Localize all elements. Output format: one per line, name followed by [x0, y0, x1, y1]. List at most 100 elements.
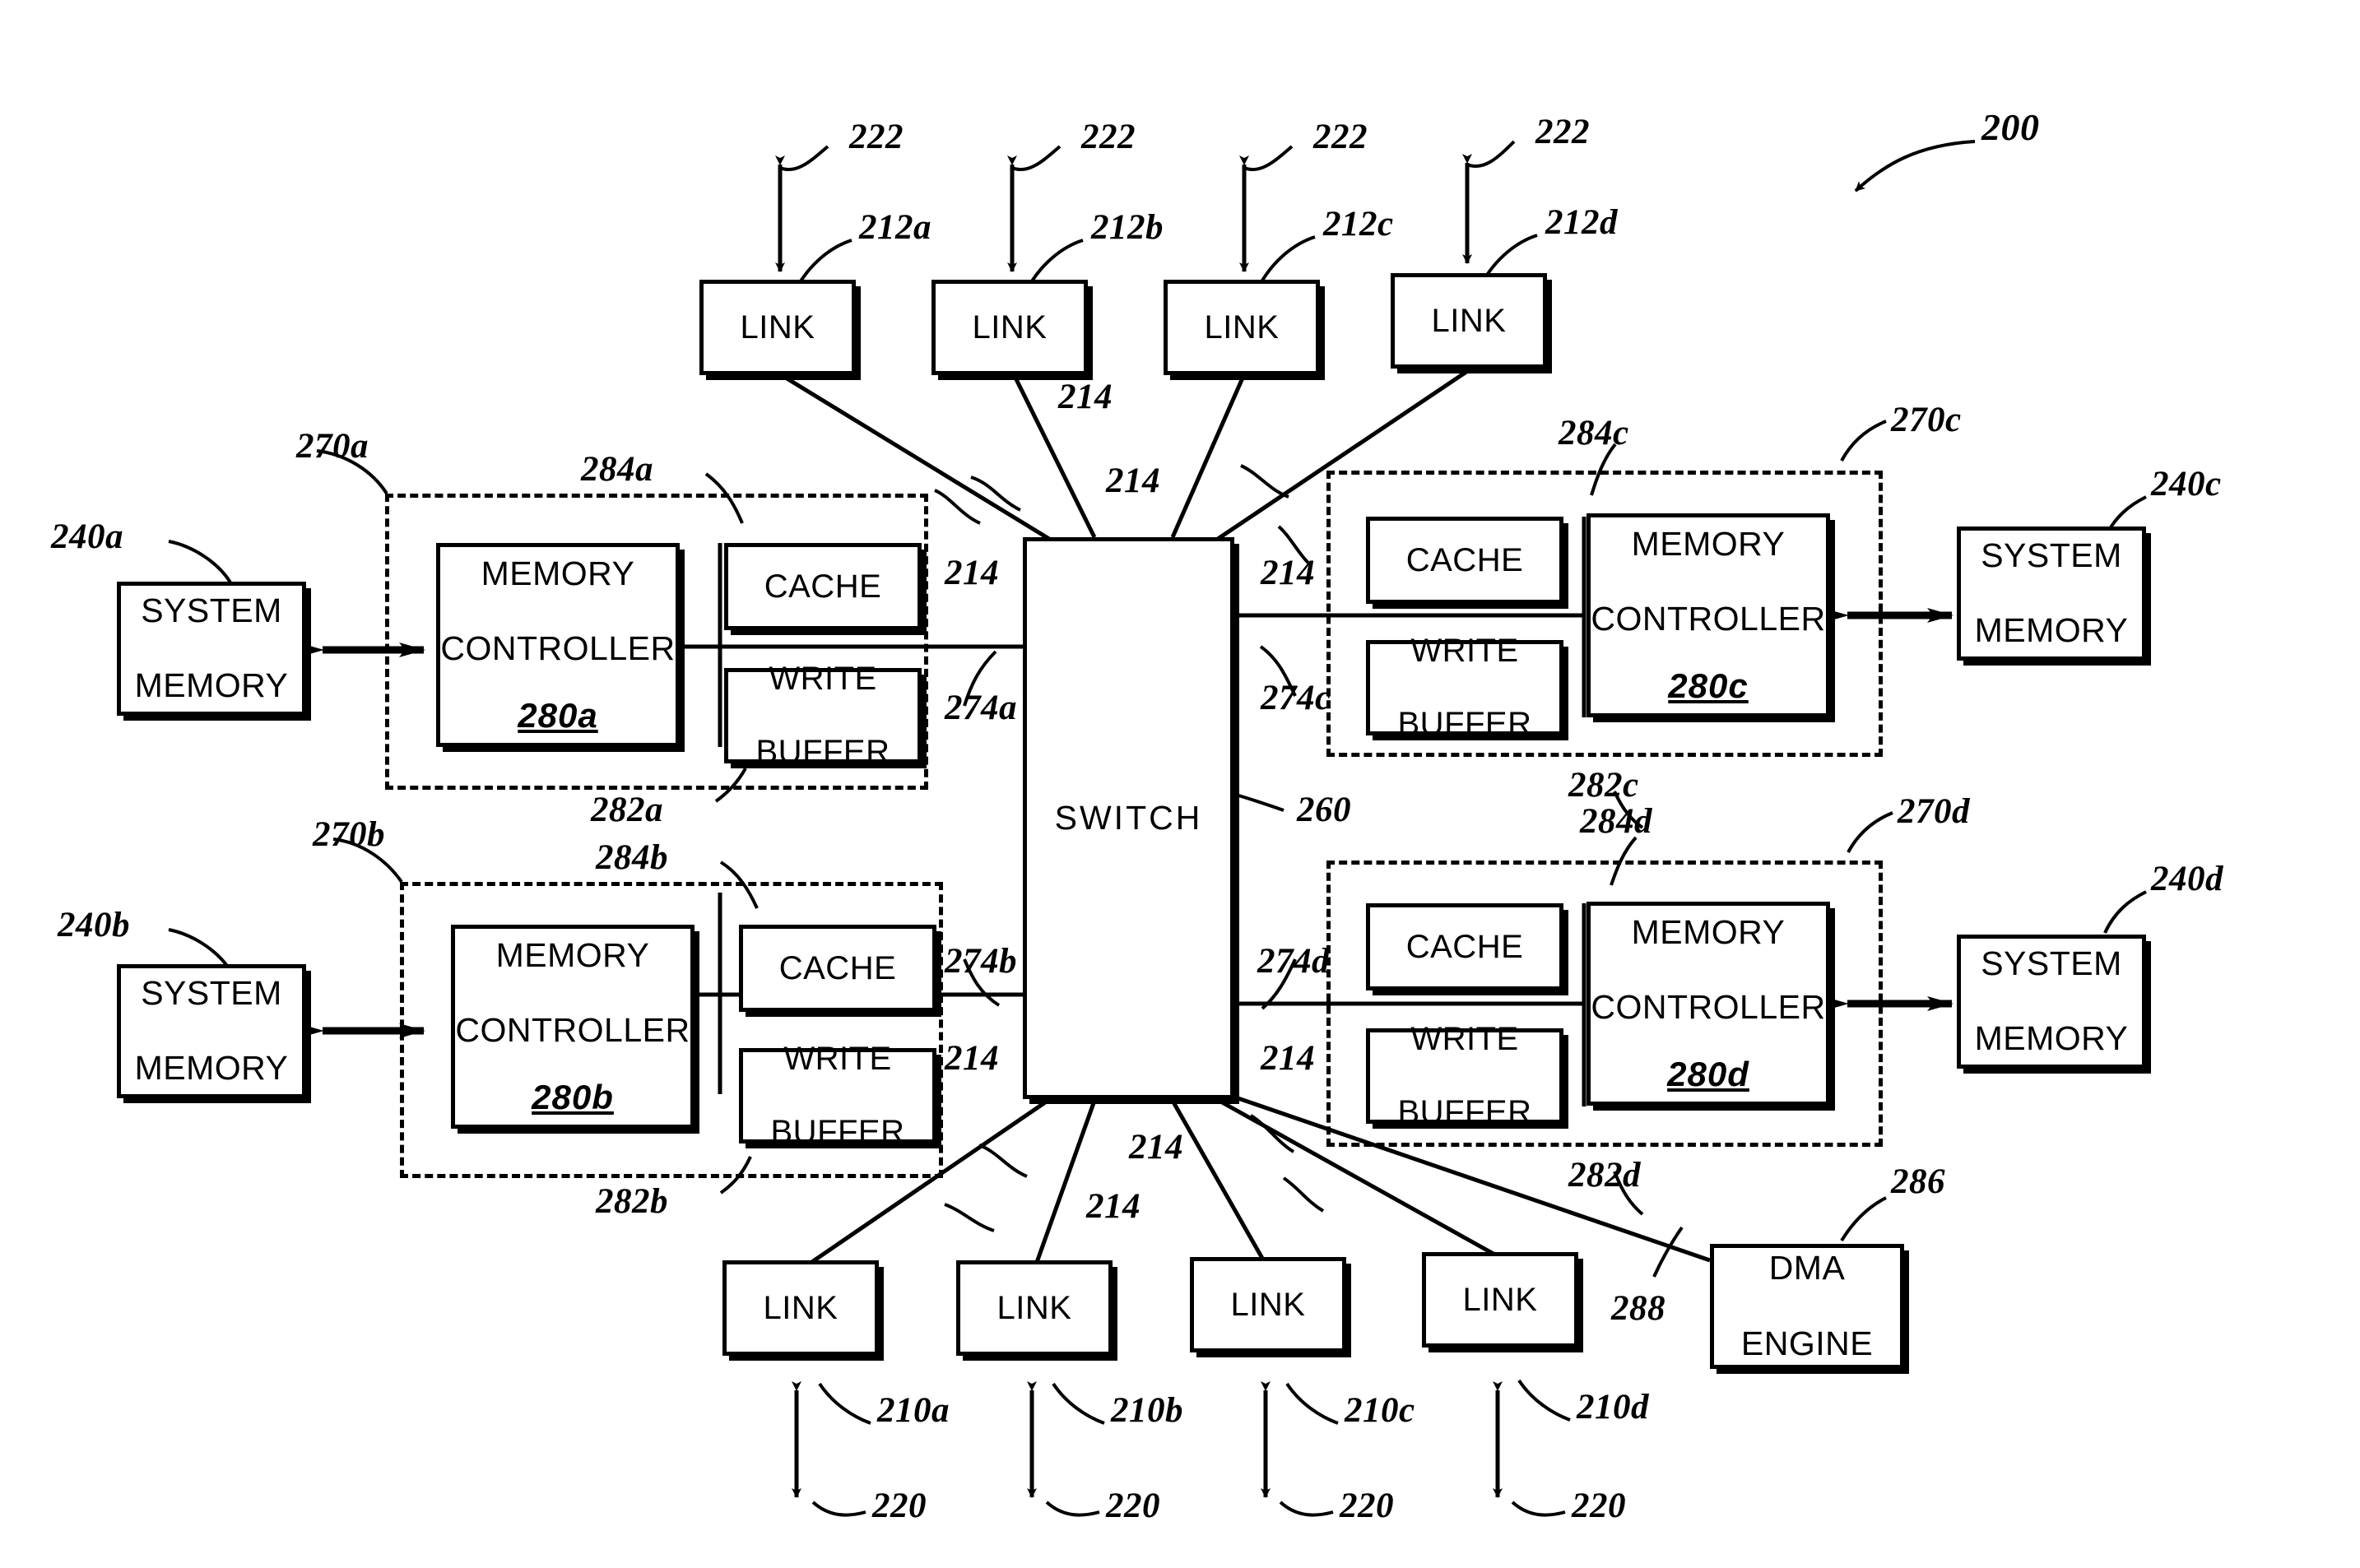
switch-block[interactable]: SWITCH	[1023, 537, 1234, 1099]
link-label: LINK	[996, 1289, 1072, 1326]
patent-figure-canvas: 200 LINK LINK LINK LINK 222 222 222 222 …	[0, 0, 2360, 1568]
write-buffer-label: WRITE BUFFER	[1397, 1020, 1532, 1131]
write-buffer-label: WRITE BUFFER	[770, 1040, 905, 1151]
ref-220-d: 220	[1572, 1487, 1626, 1525]
cache-label: CACHE	[1405, 928, 1524, 965]
memory-controller-ref: 280c	[1668, 666, 1749, 706]
ref-284d: 284d	[1580, 802, 1652, 841]
ref-222-d: 222	[1535, 113, 1590, 151]
ref-214-top-mid-b: 214	[1058, 378, 1113, 416]
ref-286-dma: 286	[1891, 1162, 1945, 1201]
ref-260-switch: 260	[1297, 791, 1351, 829]
bottom-link-block-210c[interactable]: LINK	[1190, 1257, 1346, 1352]
ref-282b: 282b	[596, 1182, 668, 1221]
ref-214-bottom-mid-b: 214	[1086, 1187, 1141, 1226]
ref-282c: 282c	[1568, 766, 1639, 805]
ref-210b: 210b	[1111, 1391, 1183, 1430]
bottom-link-block-210b[interactable]: LINK	[956, 1260, 1113, 1356]
system-memory-240b[interactable]: SYSTEM MEMORY	[117, 964, 306, 1098]
ref-214-top-right: 214	[1261, 554, 1315, 592]
cache-label: CACHE	[778, 949, 897, 986]
ref-240d: 240d	[2151, 860, 2223, 898]
ref-240a: 240a	[51, 517, 123, 556]
write-buffer-282a[interactable]: WRITE BUFFER	[724, 661, 922, 770]
cache-284d[interactable]: CACHE	[1366, 903, 1563, 990]
ref-270d: 270d	[1898, 792, 1970, 831]
system-memory-label: SYSTEM MEMORY	[1974, 536, 2129, 650]
ref-240b: 240b	[58, 906, 130, 944]
top-link-block-212c[interactable]: LINK	[1164, 280, 1320, 375]
write-buffer-282c[interactable]: WRITE BUFFER	[1366, 633, 1563, 742]
ref-214-bottom-mid-a: 214	[1129, 1128, 1183, 1167]
top-link-block-212a[interactable]: LINK	[699, 280, 856, 375]
ref-284a: 284a	[581, 450, 653, 489]
cache-label: CACHE	[1405, 541, 1524, 578]
ref-222-b: 222	[1081, 118, 1136, 156]
ref-222-c: 222	[1313, 118, 1368, 156]
memory-controller-title: MEMORY CONTROLLER	[1591, 524, 1826, 638]
memory-controller-280b[interactable]: MEMORY CONTROLLER 280b	[451, 925, 695, 1129]
write-buffer-282d[interactable]: WRITE BUFFER	[1366, 1021, 1563, 1130]
ref-274c: 274c	[1261, 679, 1331, 717]
memory-controller-280c[interactable]: MEMORY CONTROLLER 280c	[1586, 513, 1830, 717]
ref-282d: 282d	[1568, 1156, 1641, 1195]
ref-274d: 274d	[1257, 942, 1330, 981]
link-label: LINK	[1204, 308, 1280, 346]
ref-270b: 270b	[313, 815, 385, 854]
system-reference-200: 200	[1981, 106, 2040, 148]
ref-220-b: 220	[1106, 1487, 1160, 1525]
ref-240c: 240c	[2151, 465, 2222, 503]
memory-controller-title: MEMORY CONTROLLER	[440, 554, 676, 668]
ref-212b: 212b	[1091, 208, 1164, 247]
ref-220-c: 220	[1340, 1487, 1394, 1525]
ref-210d: 210d	[1577, 1388, 1649, 1427]
bottom-link-block-210a[interactable]: LINK	[722, 1260, 879, 1356]
ref-220-a: 220	[872, 1487, 927, 1525]
write-buffer-282b[interactable]: WRITE BUFFER	[739, 1041, 936, 1150]
system-memory-label: SYSTEM MEMORY	[134, 973, 289, 1088]
cache-label: CACHE	[764, 568, 882, 605]
memory-controller-title: MEMORY CONTROLLER	[455, 935, 690, 1050]
cache-284c[interactable]: CACHE	[1366, 517, 1563, 604]
system-memory-240d[interactable]: SYSTEM MEMORY	[1957, 935, 2146, 1069]
memory-controller-280d[interactable]: MEMORY CONTROLLER 280d	[1586, 902, 1830, 1106]
cache-284b[interactable]: CACHE	[739, 925, 936, 1012]
link-label: LINK	[1462, 1281, 1538, 1318]
link-label: LINK	[763, 1289, 839, 1326]
dma-engine-label: DMA ENGINE	[1740, 1249, 1874, 1362]
dma-engine-286[interactable]: DMA ENGINE	[1710, 1244, 1904, 1369]
ref-214-bottom-left: 214	[945, 1039, 999, 1078]
link-label: LINK	[740, 308, 815, 346]
ref-284c: 284c	[1559, 414, 1629, 452]
ref-214-top-left: 214	[945, 554, 999, 592]
ref-214-top-mid-a: 214	[1106, 462, 1160, 500]
system-memory-240c[interactable]: SYSTEM MEMORY	[1957, 527, 2146, 661]
switch-label: SWITCH	[1054, 798, 1203, 837]
ref-210a: 210a	[877, 1391, 950, 1430]
write-buffer-label: WRITE BUFFER	[755, 660, 890, 771]
system-memory-label: SYSTEM MEMORY	[1974, 944, 2129, 1058]
memory-controller-280a[interactable]: MEMORY CONTROLLER 280a	[436, 543, 680, 747]
memory-controller-ref: 280a	[518, 696, 598, 735]
system-memory-240a[interactable]: SYSTEM MEMORY	[117, 582, 306, 716]
memory-controller-ref: 280d	[1667, 1055, 1749, 1094]
ref-212c: 212c	[1323, 205, 1394, 244]
link-label: LINK	[972, 308, 1048, 346]
ref-212d: 212d	[1545, 203, 1618, 242]
ref-274b: 274b	[945, 942, 1017, 981]
ref-210c: 210c	[1345, 1391, 1415, 1430]
memory-controller-title: MEMORY CONTROLLER	[1591, 912, 1826, 1027]
ref-222-a: 222	[849, 118, 904, 156]
link-label: LINK	[1431, 302, 1507, 339]
cache-284a[interactable]: CACHE	[724, 543, 922, 630]
ref-270c: 270c	[1891, 401, 1962, 439]
top-link-block-212d[interactable]: LINK	[1391, 273, 1547, 369]
write-buffer-label: WRITE BUFFER	[1397, 632, 1532, 743]
bottom-link-block-210d[interactable]: LINK	[1422, 1252, 1578, 1348]
memory-controller-ref: 280b	[532, 1078, 614, 1117]
ref-270a: 270a	[296, 427, 369, 466]
top-link-block-212b[interactable]: LINK	[931, 280, 1088, 375]
ref-274a: 274a	[945, 689, 1017, 727]
ref-288-dma-link: 288	[1611, 1289, 1665, 1328]
ref-284b: 284b	[596, 838, 668, 877]
